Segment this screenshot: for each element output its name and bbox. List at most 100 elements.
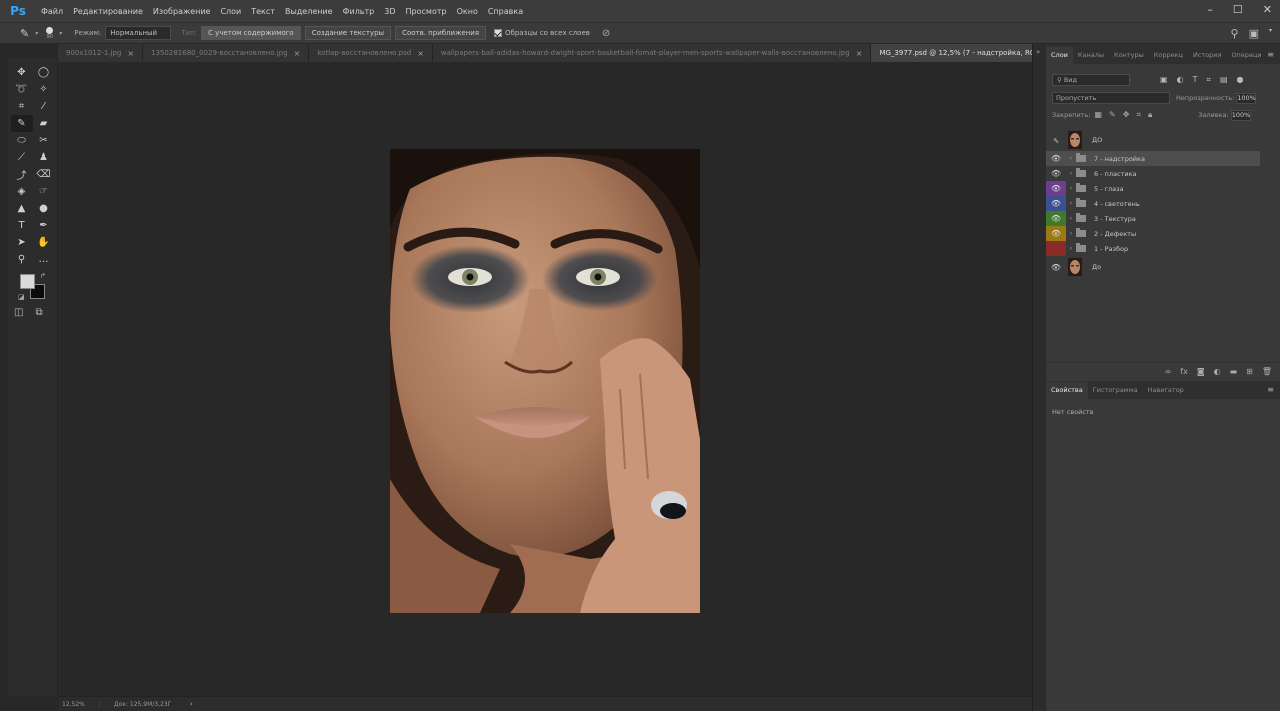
pen-tool-icon[interactable]: ✒ [33, 217, 55, 234]
fill-input[interactable]: 100% [1230, 109, 1251, 121]
more-tools-icon[interactable]: … [33, 251, 55, 268]
layer-row[interactable]: 👁︎ › 3 - Текстура [1046, 211, 1280, 226]
expand-chevron-icon[interactable]: › [1066, 245, 1076, 252]
close-icon[interactable]: × [417, 49, 424, 58]
link-layers-icon[interactable]: ∞ [1165, 367, 1172, 376]
expand-panels-icon[interactable]: » [1036, 48, 1040, 56]
expand-chevron-icon[interactable]: › [1066, 200, 1076, 207]
lock-transparency-icon[interactable]: ▦ [1094, 110, 1102, 120]
proximity-match-button[interactable]: Соотв. приближения [395, 26, 487, 40]
opacity-input[interactable]: 100% [1236, 92, 1257, 104]
default-colors-icon[interactable]: ◪ [18, 293, 25, 301]
filter-shape-icon[interactable]: ⌗ [1206, 75, 1211, 85]
tab-layers[interactable]: Слои [1046, 47, 1073, 64]
layer-row[interactable]: 👁︎ › 5 - глаза [1046, 181, 1280, 196]
brush-picker-chevron-icon[interactable]: ▾ [59, 30, 62, 37]
filter-kind-select[interactable]: ⚲ Вид [1052, 74, 1130, 86]
menu-image[interactable]: Изображение [148, 7, 216, 16]
layer-row[interactable]: › 1 - Разбор [1046, 241, 1280, 256]
healing-brush-tool-icon[interactable]: ✎ [10, 115, 33, 132]
content-aware-button[interactable]: С учетом содержимого [201, 26, 301, 40]
expand-chevron-icon[interactable]: › [1066, 170, 1076, 177]
visibility-toggle-hidden[interactable]: ⬉ [1046, 129, 1066, 151]
paint-bucket-tool-icon[interactable]: ◈ [11, 183, 33, 200]
canvas-area[interactable] [58, 62, 1032, 696]
lock-position-icon[interactable]: ✥ [1123, 110, 1130, 120]
stamp-tool-icon[interactable]: ♟ [33, 149, 55, 166]
eye-icon[interactable]: 👁︎ [1046, 226, 1066, 241]
layer-row[interactable]: 👁︎ › 6 - пластика [1046, 166, 1280, 181]
menu-view[interactable]: Просмотр [401, 7, 452, 16]
layer-row[interactable]: 👁︎ › 4 - светотень [1046, 196, 1280, 211]
brush-tool-icon[interactable]: ⟋ [11, 149, 33, 166]
tab-adjustments[interactable]: Коррекц [1149, 51, 1188, 64]
tab-paths[interactable]: Контуры [1109, 51, 1149, 64]
menu-edit[interactable]: Редактирование [68, 7, 148, 16]
ellipse-tool-icon[interactable]: ⬭ [11, 132, 33, 149]
filter-pixel-icon[interactable]: ▣ [1160, 75, 1168, 85]
dodge-tool-icon[interactable]: ● [33, 200, 55, 217]
pressure-size-icon[interactable]: ⊘ [602, 28, 610, 39]
menu-help[interactable]: Справка [483, 7, 528, 16]
preset-dropdown-icon[interactable]: ▾ [35, 30, 38, 37]
eye-icon[interactable]: 👁︎ [1046, 151, 1066, 166]
filter-type-icon[interactable]: T [1193, 75, 1198, 85]
close-icon[interactable]: × [856, 49, 863, 58]
new-layer-icon[interactable]: ⊞ [1246, 367, 1253, 376]
document-tab[interactable]: wallpapers-ball-adidas-howard-dwight-spo… [432, 44, 872, 62]
layer-row[interactable]: ⬉ ДО [1046, 129, 1280, 151]
document-tab[interactable]: kotlap-восстановлено.psd × [309, 44, 433, 62]
menu-layers[interactable]: Слои [215, 7, 246, 16]
menu-type[interactable]: Текст [246, 7, 280, 16]
workspace-icon[interactable]: ▣ [1249, 27, 1259, 40]
move-tool-icon[interactable]: ✥ [11, 64, 33, 81]
menu-filter[interactable]: Фильтр [338, 7, 380, 16]
brush-size-picker[interactable]: 90 [46, 26, 54, 40]
workspace-chevron-icon[interactable]: ▾ [1269, 27, 1272, 40]
foreground-color-swatch[interactable] [20, 274, 35, 289]
tab-actions[interactable]: Операци [1226, 51, 1266, 64]
add-mask-icon[interactable]: ◙ [1197, 367, 1205, 376]
document-tab[interactable]: 1350281680_0029-восстановлено.jpg × [143, 44, 310, 62]
tab-properties[interactable]: Свойства [1046, 382, 1088, 399]
lock-artboard-icon[interactable]: ⌗ [1136, 110, 1141, 120]
expand-chevron-icon[interactable]: › [1066, 155, 1076, 162]
eraser-tool-icon[interactable]: ⌫ [33, 166, 55, 183]
create-texture-button[interactable]: Создание текстуры [304, 26, 392, 40]
hand-tool-icon[interactable]: ✋ [33, 234, 55, 251]
eyedropper-tool-icon[interactable]: ⁄ [33, 98, 55, 115]
delete-layer-icon[interactable]: 🗑︎ [1262, 367, 1272, 376]
magic-wand-tool-icon[interactable]: ✧ [33, 81, 55, 98]
marquee-tool-icon[interactable]: ◯ [33, 64, 55, 81]
layer-row-selected[interactable]: 👁︎ › 7 - надстройка [1046, 151, 1260, 166]
lasso-tool-icon[interactable]: ➰ [11, 81, 33, 98]
patch-tool-icon[interactable]: ▰ [33, 115, 55, 132]
tab-navigator[interactable]: Навигатор [1143, 386, 1189, 399]
menu-3d[interactable]: 3D [379, 7, 400, 16]
expand-chevron-icon[interactable]: › [1066, 215, 1076, 222]
filter-smart-icon[interactable]: ▤ [1220, 75, 1228, 85]
panel-menu-icon[interactable]: ≡ [1267, 385, 1274, 394]
zoom-tool-icon[interactable]: ⚲ [11, 251, 33, 268]
fx-icon[interactable]: fx [1180, 367, 1188, 376]
eye-icon[interactable]: 👁︎ [1046, 256, 1066, 278]
eye-icon[interactable]: 👁︎ [1046, 181, 1066, 196]
filter-toggle-icon[interactable]: ● [1237, 75, 1244, 85]
close-window-button[interactable]: ✕ [1263, 3, 1272, 16]
eye-icon[interactable]: 👁︎ [1046, 166, 1066, 181]
layer-row[interactable]: 👁︎ › 2 - Дефекты [1046, 226, 1280, 241]
expand-chevron-icon[interactable]: › [1066, 185, 1076, 192]
type-tool-icon[interactable]: T [11, 217, 33, 234]
status-menu-arrow-icon[interactable]: › [190, 700, 193, 708]
swap-colors-icon[interactable]: ↱ [40, 272, 46, 280]
menu-window[interactable]: Окно [452, 7, 483, 16]
smudge-tool-icon[interactable]: ☞ [33, 183, 55, 200]
document-tab[interactable]: 900x1012-1.jpg × [58, 44, 144, 62]
path-selection-tool-icon[interactable]: ➤ [11, 234, 33, 251]
tab-history[interactable]: История [1188, 51, 1226, 64]
mode-select[interactable]: Нормальный [105, 26, 172, 40]
zoom-level[interactable]: 12,52% [58, 700, 100, 708]
lock-all-icon[interactable]: 🔒︎ [1148, 110, 1152, 120]
eye-icon[interactable]: 👁︎ [1046, 196, 1066, 211]
eye-icon[interactable]: 👁︎ [1046, 211, 1066, 226]
